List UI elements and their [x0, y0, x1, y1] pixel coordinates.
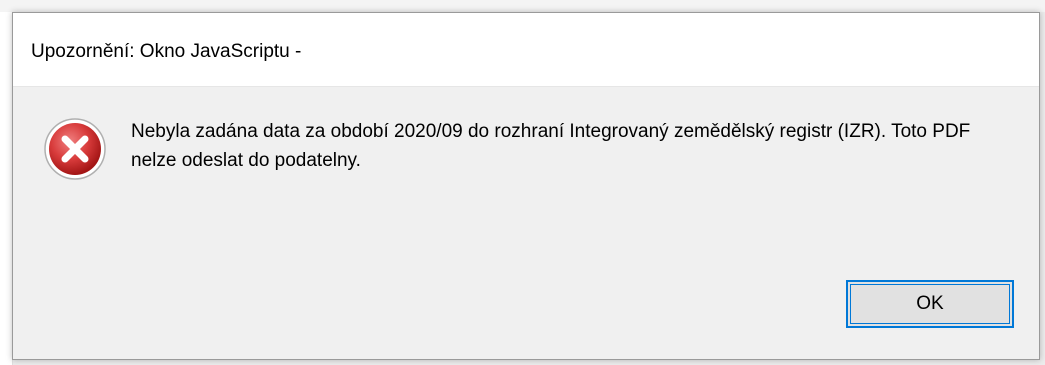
alert-dialog: Upozornění: Okno JavaScriptu - Nebyla za…	[12, 12, 1040, 360]
background-strip	[0, 0, 1045, 12]
ok-button[interactable]: OK	[846, 280, 1014, 328]
dialog-titlebar[interactable]: Upozornění: Okno JavaScriptu -	[13, 13, 1039, 87]
ok-button-label: OK	[916, 293, 944, 314]
error-icon	[44, 118, 106, 180]
dialog-title: Upozornění: Okno JavaScriptu -	[31, 41, 302, 62]
dialog-message: Nebyla zadána data za období 2020/09 do …	[131, 121, 971, 171]
